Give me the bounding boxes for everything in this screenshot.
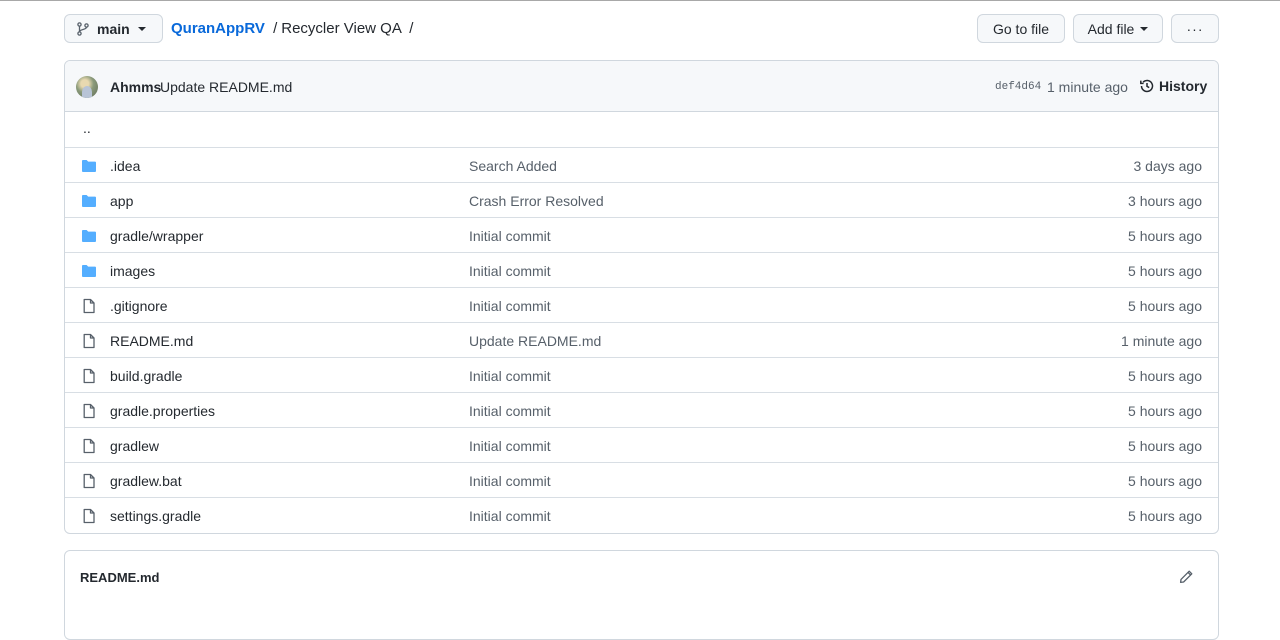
latest-commit-bar: Ahmms Update README.md def4d64 1 minute … <box>65 61 1218 112</box>
more-options-button[interactable]: ··· <box>1171 14 1219 43</box>
breadcrumb-separator: / <box>409 20 414 37</box>
file-name-link[interactable]: gradle.properties <box>110 403 215 419</box>
file-commit-message-link[interactable]: Initial commit <box>469 403 551 419</box>
file-icon <box>81 403 97 419</box>
file-icon <box>81 473 97 489</box>
file-commit-message-link[interactable]: Initial commit <box>469 473 551 489</box>
file-age: 5 hours ago <box>1128 473 1202 489</box>
file-commit-message-link[interactable]: Initial commit <box>469 298 551 314</box>
parent-directory-link[interactable]: .. <box>83 120 91 136</box>
top-border <box>0 0 1280 1</box>
file-row: .idea Search Added 3 days ago <box>65 147 1218 182</box>
file-age: 5 hours ago <box>1128 403 1202 419</box>
breadcrumb-current-folder: Recycler View QA <box>281 20 402 37</box>
commit-sha[interactable]: def4d64 <box>995 81 1041 93</box>
file-name-link[interactable]: gradle/wrapper <box>110 228 203 244</box>
file-commit-message-link[interactable]: Initial commit <box>469 368 551 384</box>
chevron-down-icon <box>137 26 146 31</box>
file-icon <box>81 333 97 349</box>
file-name-link[interactable]: settings.gradle <box>110 508 201 524</box>
file-commit-message-link[interactable]: Update README.md <box>469 333 601 349</box>
file-row: .gitignore Initial commit 5 hours ago <box>65 287 1218 322</box>
folder-icon <box>81 158 97 174</box>
folder-icon <box>81 193 97 209</box>
file-name-link[interactable]: .idea <box>110 158 140 174</box>
folder-icon <box>81 263 97 279</box>
file-age: 5 hours ago <box>1128 298 1202 314</box>
breadcrumb: QuranAppRV / Recycler View QA / <box>171 20 417 37</box>
file-commit-message-link[interactable]: Initial commit <box>469 508 551 524</box>
readme-title: README.md <box>80 570 160 585</box>
git-branch-icon <box>77 21 89 36</box>
file-name-link[interactable]: images <box>110 263 155 279</box>
file-row: gradle/wrapper Initial commit 5 hours ago <box>65 217 1218 252</box>
file-commit-message-link[interactable]: Initial commit <box>469 438 551 454</box>
history-link[interactable]: History <box>1139 78 1207 94</box>
file-age: 5 hours ago <box>1128 263 1202 279</box>
repo-toolbar: main QuranAppRV / Recycler View QA / Go t… <box>64 14 1219 45</box>
file-age: 3 hours ago <box>1128 193 1202 209</box>
file-icon <box>81 368 97 384</box>
file-name-link[interactable]: app <box>110 193 133 209</box>
history-icon <box>1140 79 1154 93</box>
file-name-link[interactable]: gradlew <box>110 438 159 454</box>
file-commit-message-link[interactable]: Search Added <box>469 158 557 174</box>
chevron-down-icon <box>1140 26 1149 31</box>
go-to-file-button[interactable]: Go to file <box>977 14 1065 43</box>
file-row: settings.gradle Initial commit 5 hours ago <box>65 497 1218 532</box>
file-icon <box>81 298 97 314</box>
file-row: gradle.properties Initial commit 5 hours a… <box>65 392 1218 427</box>
file-age: 5 hours ago <box>1128 368 1202 384</box>
add-file-label: Add file <box>1087 20 1135 37</box>
file-row: gradlew Initial commit 5 hours ago <box>65 427 1218 462</box>
readme-panel: README.md <box>64 550 1219 640</box>
file-age: 5 hours ago <box>1128 228 1202 244</box>
parent-directory-row[interactable]: .. <box>65 112 1218 147</box>
avatar[interactable] <box>76 76 98 98</box>
file-name-link[interactable]: gradlew.bat <box>110 473 182 489</box>
branch-selector-button[interactable]: main <box>64 14 163 43</box>
file-row: build.gradle Initial commit 5 hours ago <box>65 357 1218 392</box>
file-name-link[interactable]: build.gradle <box>110 368 182 384</box>
breadcrumb-separator: / <box>273 20 278 37</box>
pencil-icon[interactable] <box>1178 569 1194 585</box>
commit-time: 1 minute ago <box>1047 79 1128 95</box>
file-commit-message-link[interactable]: Initial commit <box>469 228 551 244</box>
file-name-link[interactable]: .gitignore <box>110 298 168 314</box>
file-age: 1 minute ago <box>1121 333 1202 349</box>
file-icon <box>81 438 97 454</box>
file-list: Ahmms Update README.md def4d64 1 minute … <box>64 60 1219 534</box>
file-row: gradlew.bat Initial commit 5 hours ago <box>65 462 1218 497</box>
file-age: 3 days ago <box>1133 158 1203 174</box>
file-icon <box>81 508 97 524</box>
file-row: README.md Update README.md 1 minute ago <box>65 322 1218 357</box>
file-row: app Crash Error Resolved 3 hours ago <box>65 182 1218 217</box>
breadcrumb-repo-link[interactable]: QuranAppRV <box>171 20 265 37</box>
history-label: History <box>1159 78 1208 94</box>
file-row: images Initial commit 5 hours ago <box>65 252 1218 287</box>
file-age: 5 hours ago <box>1128 438 1202 454</box>
branch-name: main <box>97 20 130 37</box>
commit-author[interactable]: Ahmms <box>110 79 161 95</box>
file-commit-message-link[interactable]: Crash Error Resolved <box>469 193 604 209</box>
add-file-button[interactable]: Add file <box>1073 14 1163 43</box>
file-age: 5 hours ago <box>1128 508 1202 524</box>
folder-icon <box>81 228 97 244</box>
file-name-link[interactable]: README.md <box>110 333 193 349</box>
commit-message[interactable]: Update README.md <box>160 79 292 95</box>
file-commit-message-link[interactable]: Initial commit <box>469 263 551 279</box>
